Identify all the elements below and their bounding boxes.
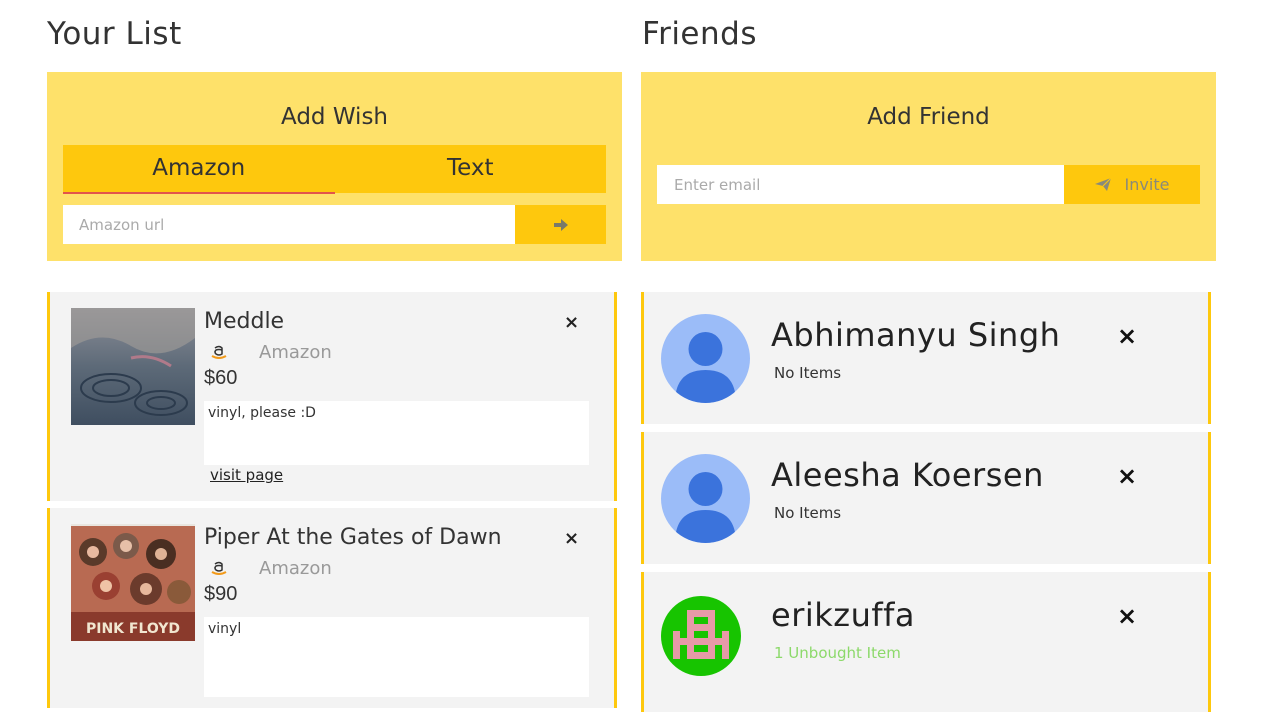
tab-amazon[interactable]: Amazon xyxy=(63,145,335,194)
friend-name: Abhimanyu Singh xyxy=(771,316,1061,354)
friend-status: 1 Unbought Item xyxy=(774,644,901,662)
visit-page-link[interactable]: visit page xyxy=(210,466,283,484)
add-wish-panel: Add Wish Amazon Text xyxy=(47,72,622,261)
album-cover-piper: PINK FLOYD xyxy=(71,524,195,641)
invite-label: Invite xyxy=(1124,175,1170,194)
remove-friend-icon[interactable]: × xyxy=(1117,602,1137,630)
wish-card: PINK FLOYD Piper At the Gates of Dawn Am… xyxy=(47,508,617,708)
wish-note[interactable]: vinyl xyxy=(204,617,589,697)
album-cover-meddle xyxy=(71,308,195,425)
amazon-icon xyxy=(211,345,227,359)
wish-name: Meddle xyxy=(204,309,285,334)
add-friend-title: Add Friend xyxy=(867,104,990,130)
friend-email-input[interactable] xyxy=(657,165,1064,204)
album-cover-text: PINK FLOYD xyxy=(86,621,180,637)
wish-card: Meddle Amazon $60 vinyl, please :D visit… xyxy=(47,292,617,501)
paper-plane-icon xyxy=(1094,178,1111,191)
arrow-right-icon xyxy=(553,218,568,231)
friend-name: erikzuffa xyxy=(771,596,915,634)
add-wish-title: Add Wish xyxy=(280,104,389,130)
wish-name: Piper At the Gates of Dawn xyxy=(204,525,502,550)
amazon-url-input[interactable] xyxy=(63,205,515,244)
friends-title: Friends xyxy=(642,16,757,52)
default-avatar-icon xyxy=(661,314,750,403)
wish-note[interactable]: vinyl, please :D xyxy=(204,401,589,465)
invite-button[interactable]: Invite xyxy=(1064,165,1200,204)
tab-text[interactable]: Text xyxy=(335,145,607,193)
remove-friend-icon[interactable]: × xyxy=(1117,322,1137,350)
default-avatar-icon xyxy=(661,454,750,543)
wish-source: Amazon xyxy=(259,342,332,363)
wish-source: Amazon xyxy=(259,558,332,579)
wish-price: $60 xyxy=(204,367,238,389)
friend-card[interactable]: Aleesha Koersen No Items × xyxy=(641,432,1211,564)
add-friend-panel: Add Friend Invite xyxy=(641,72,1216,261)
wish-price: $90 xyxy=(204,583,238,605)
remove-wish-icon[interactable]: × xyxy=(564,528,579,549)
add-wish-submit-button[interactable] xyxy=(515,205,606,244)
wish-source-tabs: Amazon Text xyxy=(63,145,607,194)
friend-card[interactable]: Abhimanyu Singh No Items × xyxy=(641,292,1211,424)
friend-status: No Items xyxy=(774,504,842,522)
identicon-avatar-icon xyxy=(661,596,741,676)
remove-wish-icon[interactable]: × xyxy=(564,312,579,333)
friend-status: No Items xyxy=(774,364,842,382)
your-list-title: Your List xyxy=(47,16,182,52)
friend-name: Aleesha Koersen xyxy=(771,456,1044,494)
friend-card[interactable]: erikzuffa 1 Unbought Item × xyxy=(641,572,1211,712)
amazon-icon xyxy=(211,561,227,575)
remove-friend-icon[interactable]: × xyxy=(1117,462,1137,490)
